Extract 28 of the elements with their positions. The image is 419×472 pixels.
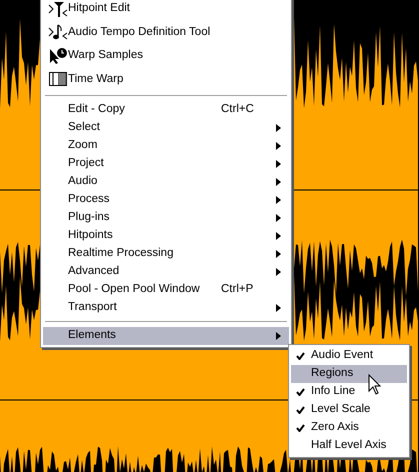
menu-item[interactable]: Select	[43, 119, 289, 137]
menu-item[interactable]: Audio	[43, 173, 289, 191]
menu-item[interactable]: Half Level Axis	[291, 437, 407, 455]
menu-item[interactable]: Project	[43, 155, 289, 173]
menu-item[interactable]: Info Line	[291, 383, 407, 401]
menu-item[interactable]: Time Warp	[43, 68, 289, 91]
menu-item[interactable]: Hitpoint Edit	[43, 0, 289, 20]
pointer-clock-icon	[48, 46, 68, 65]
menu-item[interactable]: Audio Tempo Definition Tool	[43, 20, 289, 44]
menu-item[interactable]: Regions	[291, 365, 407, 383]
mouse-pointer-icon	[368, 374, 382, 396]
menu-item[interactable]: Zero Axis	[291, 419, 407, 437]
menu-item[interactable]: Elements	[43, 327, 289, 345]
menu-item[interactable]: Audio Event	[291, 347, 407, 365]
menu-item[interactable]: Transport	[43, 299, 289, 317]
menu-item[interactable]: Level Scale	[291, 401, 407, 419]
menu-item[interactable]: Warp Samples	[43, 44, 289, 68]
menu-item[interactable]: Advanced	[43, 263, 289, 281]
menu-item[interactable]: Pool - Open Pool Window Ctrl+P	[43, 281, 289, 299]
hitpoint-icon	[48, 0, 68, 18]
menu-item[interactable]: Edit - Copy Ctrl+C	[43, 101, 289, 119]
menu-item[interactable]: Realtime Processing	[43, 245, 289, 263]
menu-item[interactable]: Plug-ins	[43, 209, 289, 227]
menu-item[interactable]: Process	[43, 191, 289, 209]
menu-item[interactable]: Hitpoints	[43, 227, 289, 245]
time-warp-icon	[48, 71, 68, 88]
menu-item[interactable]: Zoom	[43, 137, 289, 155]
music-note-icon	[48, 23, 68, 42]
